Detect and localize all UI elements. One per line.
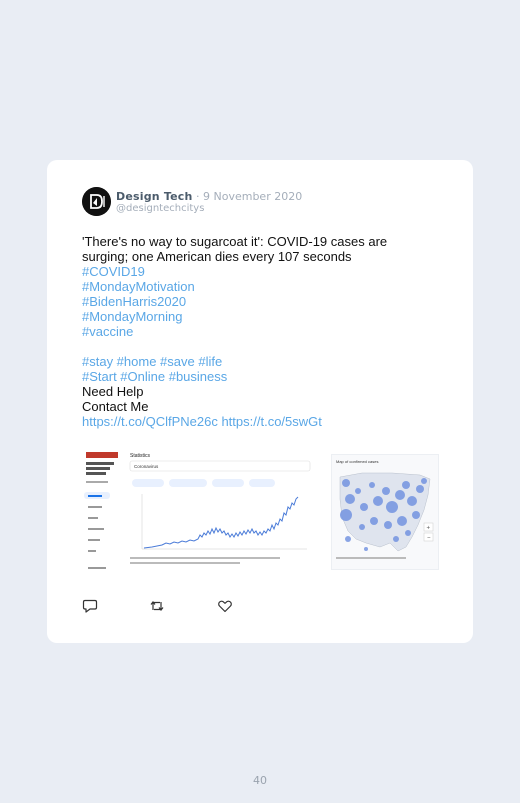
author-handle[interactable]: @designtechcitys xyxy=(116,203,204,214)
reply-icon[interactable] xyxy=(82,598,98,614)
page-number: 40 xyxy=(253,774,267,787)
svg-text:−: − xyxy=(427,536,431,542)
author-row: Design Tech · 9 November 2020 xyxy=(116,190,302,203)
tweet-links[interactable]: https://t.co/QClfPNe26c https://t.co/5sw… xyxy=(82,414,422,429)
tweet-card: Design Tech · 9 November 2020 @designtec… xyxy=(47,160,473,643)
retweet-icon[interactable] xyxy=(149,598,165,614)
tweet-actions xyxy=(82,598,282,614)
tweet-line: surging; one American dies every 107 sec… xyxy=(82,249,352,264)
tweet-date[interactable]: · 9 November 2020 xyxy=(196,190,302,203)
hashtag-link[interactable]: #BidenHarris2020 xyxy=(82,294,422,309)
chart-subtitle: Coronavirus xyxy=(134,464,159,469)
tweet-line: Need Help xyxy=(82,384,144,399)
logo-icon xyxy=(82,187,111,216)
hashtag-link[interactable]: #MondayMorning xyxy=(82,309,422,324)
author-name[interactable]: Design Tech xyxy=(116,190,193,203)
tweet-line: Contact Me xyxy=(82,399,149,414)
media-map-screenshot[interactable]: Map of confirmed cases + − xyxy=(331,454,439,570)
tweet-media[interactable]: Statistics Coronavirus Map of confirmed … xyxy=(82,449,439,573)
map-screenshot-image: Map of confirmed cases + − xyxy=(332,455,438,569)
media-statistics-screenshot[interactable]: Statistics Coronavirus xyxy=(82,449,322,573)
hashtag-group[interactable]: #Start #Online #business xyxy=(82,369,422,384)
tweet-line: 'There's no way to sugarcoat it': COVID-… xyxy=(82,234,388,249)
svg-text:+: + xyxy=(427,526,431,532)
avatar[interactable] xyxy=(82,187,111,216)
map-title: Map of confirmed cases xyxy=(336,459,378,464)
hashtag-link[interactable]: #COVID19 xyxy=(82,264,422,279)
chart-title: Statistics xyxy=(130,453,151,459)
heart-icon[interactable] xyxy=(217,598,233,614)
hashtag-group[interactable]: #stay #home #save #life xyxy=(82,354,422,369)
hashtag-link[interactable]: #MondayMotivation xyxy=(82,279,422,294)
statistics-screenshot-image: Statistics Coronavirus xyxy=(82,449,322,573)
tweet-text: 'There's no way to sugarcoat it': COVID-… xyxy=(82,234,422,429)
hashtag-link[interactable]: #vaccine xyxy=(82,324,422,339)
